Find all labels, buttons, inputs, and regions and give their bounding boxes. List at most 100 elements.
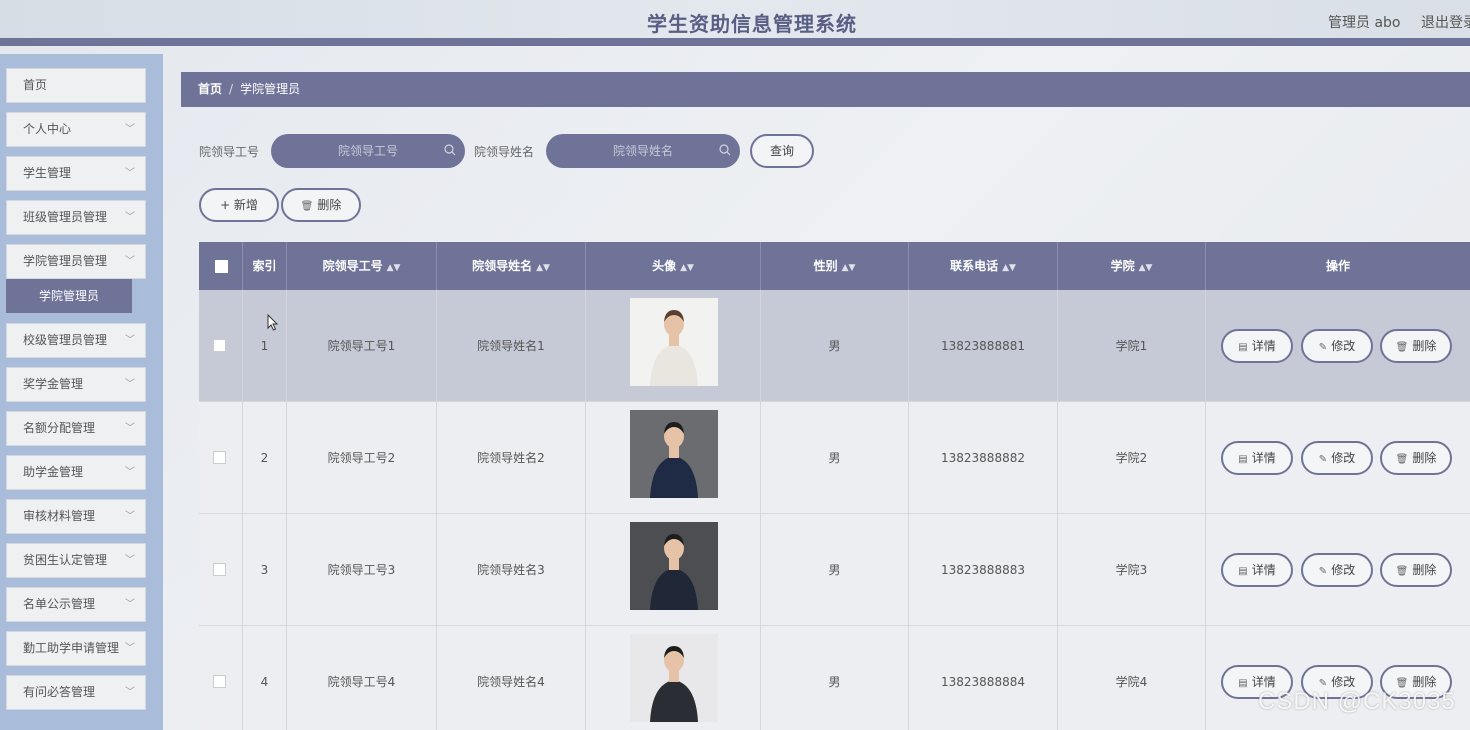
sidebar-item-publicity[interactable]: 名单公示管理 ﹀ [6, 587, 146, 622]
batch-delete-button[interactable]: 🗑 删除 [281, 188, 361, 222]
header-phone-label: 联系电话 [950, 259, 999, 273]
row-checkbox[interactable] [213, 339, 226, 352]
row-select-cell [199, 402, 243, 514]
header-avatar[interactable]: 头像 ▲▼ [586, 242, 761, 290]
table-row[interactable]: 1 院领导工号1 院领导姓名1 男 13823888881 学院1 ▤ 详情 ✎ 修改 🗑 删除 [199, 290, 1470, 402]
avatar [630, 410, 718, 498]
app-title: 学生资助信息管理系统 [647, 12, 857, 36]
row-checkbox[interactable] [213, 451, 226, 464]
sidebar-item-label: 班级管理员管理 [23, 210, 108, 224]
edit-button[interactable]: ✎ 修改 [1301, 441, 1373, 475]
document-icon: ▤ [1238, 566, 1248, 577]
header-name-label: 院领导姓名 [472, 259, 533, 273]
name-label: 院领导姓名 [474, 145, 535, 159]
chevron-down-icon: ﹀ [125, 168, 135, 179]
sort-icon[interactable]: ▲▼ [1139, 263, 1153, 273]
delete-button[interactable]: 🗑 删除 [1380, 441, 1452, 475]
header-college-label: 学院 [1110, 259, 1135, 273]
index-cell: 1 [243, 290, 287, 402]
sidebar-item-label: 奖学金管理 [23, 377, 84, 391]
sidebar-item-qa[interactable]: 有问必答管理 ﹀ [6, 675, 146, 710]
sort-icon[interactable]: ▲▼ [536, 263, 550, 273]
mouse-cursor-icon [267, 314, 279, 331]
row-checkbox[interactable] [213, 675, 226, 688]
edit-label: 修改 [1331, 339, 1356, 353]
sidebar-item-college-admin[interactable]: 学院管理员管理 ﹀ [6, 244, 146, 279]
sort-icon[interactable]: ▲▼ [680, 263, 694, 273]
detail-label: 详情 [1251, 563, 1276, 577]
edit-button[interactable]: ✎ 修改 [1301, 553, 1373, 587]
select-all-checkbox[interactable] [215, 260, 228, 273]
trash-icon: 🗑 [1395, 454, 1409, 465]
job-no-search-input[interactable] [271, 134, 465, 168]
chevron-down-icon: ﹀ [125, 467, 135, 478]
sidebar-item-label: 审核材料管理 [23, 509, 96, 523]
table-row[interactable]: 3 院领导工号3 院领导姓名3 男 13823888883 学院3 ▤ 详情 ✎ 修改 🗑 删除 [199, 514, 1470, 626]
name-search-input[interactable] [546, 134, 740, 168]
sidebar-item-work-study[interactable]: 勤工助学申请管理 ﹀ [6, 631, 146, 666]
pencil-icon: ✎ [1318, 566, 1328, 577]
detail-button[interactable]: ▤ 详情 [1221, 329, 1293, 363]
edit-label: 修改 [1331, 451, 1356, 465]
batch-delete-label: 删除 [317, 198, 342, 212]
sidebar-item-quota[interactable]: 名额分配管理 ﹀ [6, 411, 146, 446]
breadcrumb-separator: / [229, 82, 234, 96]
sidebar-item-grant[interactable]: 助学金管理 ﹀ [6, 455, 146, 490]
index-cell: 3 [243, 514, 287, 626]
detail-label: 详情 [1251, 675, 1276, 689]
sidebar-item-student[interactable]: 学生管理 ﹀ [6, 156, 146, 191]
pencil-icon: ✎ [1318, 454, 1328, 465]
delete-label: 删除 [1412, 451, 1437, 465]
detail-button[interactable]: ▤ 详情 [1221, 441, 1293, 475]
sidebar-item-label: 首页 [23, 78, 48, 92]
header-select-all[interactable] [199, 242, 243, 290]
sidebar-item-home[interactable]: 首页 [6, 68, 146, 103]
sidebar-item-class-admin[interactable]: 班级管理员管理 ﹀ [6, 200, 146, 235]
chevron-down-icon: ﹀ [125, 335, 135, 346]
sidebar-item-review-material[interactable]: 审核材料管理 ﹀ [6, 499, 146, 534]
job-no-cell: 院领导工号2 [287, 402, 437, 514]
phone-cell: 13823888882 [909, 402, 1058, 514]
header-name[interactable]: 院领导姓名 ▲▼ [437, 242, 586, 290]
header-job-no[interactable]: 院领导工号 ▲▼ [287, 242, 437, 290]
edit-label: 修改 [1331, 675, 1356, 689]
sidebar-item-label: 校级管理员管理 [23, 333, 108, 347]
breadcrumb-home[interactable]: 首页 [198, 82, 222, 96]
sidebar-item-label: 助学金管理 [23, 465, 84, 479]
header-college[interactable]: 学院 ▲▼ [1058, 242, 1206, 290]
name-cell: 院领导姓名3 [437, 514, 586, 626]
chevron-down-icon: ﹀ [125, 124, 135, 135]
chevron-down-icon: ﹀ [125, 687, 135, 698]
submenu-item-college-admin[interactable]: 学院管理员 [6, 279, 132, 313]
sidebar-item-personal-center[interactable]: 个人中心 ﹀ [6, 112, 146, 147]
logout-link[interactable]: 退出登录 [1421, 12, 1470, 32]
sort-icon[interactable]: ▲▼ [1002, 263, 1016, 273]
sort-icon[interactable]: ▲▼ [387, 263, 401, 273]
delete-button[interactable]: 🗑 删除 [1380, 329, 1452, 363]
chevron-down-icon: ﹀ [125, 599, 135, 610]
college-cell: 学院2 [1058, 402, 1206, 514]
trash-icon: 🗑 [1395, 566, 1409, 577]
index-cell: 2 [243, 402, 287, 514]
add-button[interactable]: + 新增 [199, 188, 279, 222]
job-no-cell: 院领导工号4 [287, 626, 437, 730]
detail-button[interactable]: ▤ 详情 [1221, 553, 1293, 587]
sidebar-item-school-admin[interactable]: 校级管理员管理 ﹀ [6, 323, 146, 358]
sidebar-item-poverty-cert[interactable]: 贫困生认定管理 ﹀ [6, 543, 146, 578]
chevron-down-icon: ﹀ [125, 423, 135, 434]
table-header: 索引 院领导工号 ▲▼ 院领导姓名 ▲▼ 头像 ▲▼ 性别 ▲▼ 联系电话 ▲▼ 学院 ▲▼… [199, 242, 1470, 290]
header-avatar-label: 头像 [652, 259, 677, 273]
college-cell: 学院1 [1058, 290, 1206, 402]
sort-icon[interactable]: ▲▼ [842, 263, 856, 273]
document-icon: ▤ [1238, 454, 1248, 465]
table-row[interactable]: 2 院领导工号2 院领导姓名2 男 13823888882 学院2 ▤ 详情 ✎ 修改 🗑 删除 [199, 402, 1470, 514]
query-button[interactable]: 查询 [750, 134, 814, 168]
header-phone[interactable]: 联系电话 ▲▼ [909, 242, 1058, 290]
sidebar-item-label: 学生管理 [23, 166, 72, 180]
delete-button[interactable]: 🗑 删除 [1380, 553, 1452, 587]
sidebar-item-scholarship[interactable]: 奖学金管理 ﹀ [6, 367, 146, 402]
header-gender[interactable]: 性别 ▲▼ [761, 242, 909, 290]
row-checkbox[interactable] [213, 563, 226, 576]
edit-button[interactable]: ✎ 修改 [1301, 329, 1373, 363]
phone-cell: 13823888883 [909, 514, 1058, 626]
